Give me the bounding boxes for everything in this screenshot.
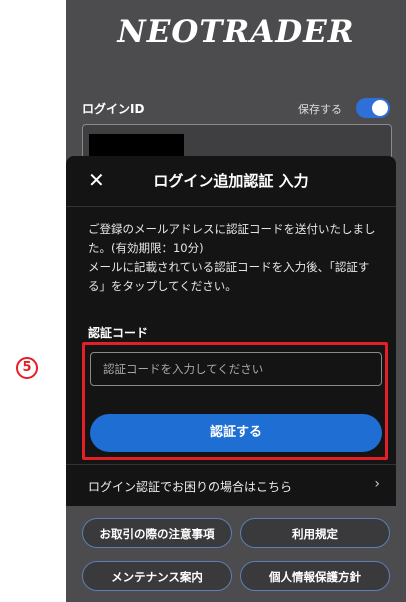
code-label: 認証コード bbox=[88, 326, 149, 340]
modal-header: ✕ ログイン追加認証 入力 bbox=[66, 156, 396, 207]
maintenance-button[interactable]: メンテナンス案内 bbox=[82, 561, 232, 591]
chevron-right-icon: › bbox=[374, 476, 380, 492]
modal-description: ご登録のメールアドレスに認証コードを送付いたしました。(有効期限：10分) メー… bbox=[88, 220, 384, 296]
description-line-2: メールに記載されている認証コードを入力後、「認証する」をタップしてください。 bbox=[88, 260, 370, 293]
verify-button[interactable]: 認証する bbox=[90, 414, 382, 452]
step-number-badge: 5 bbox=[16, 357, 38, 379]
code-input[interactable] bbox=[90, 352, 382, 386]
save-id-toggle[interactable] bbox=[356, 98, 390, 118]
terms-button[interactable]: 利用規定 bbox=[240, 518, 390, 548]
app-logo: NEOTRADER bbox=[117, 14, 355, 50]
description-line-1: ご登録のメールアドレスに認証コードを送付いたしました。(有効期限：10分) bbox=[88, 222, 376, 255]
help-link[interactable]: ログイン認証でお困りの場合はこちら › bbox=[66, 464, 396, 507]
help-link-label: ログイン認証でお困りの場合はこちら bbox=[88, 480, 293, 494]
trading-notes-button[interactable]: お取引の際の注意事項 bbox=[82, 518, 232, 548]
verification-modal: ✕ ログイン追加認証 入力 ご登録のメールアドレスに認証コードを送付いたしました… bbox=[66, 156, 396, 506]
modal-title: ログイン追加認証 入力 bbox=[153, 172, 309, 190]
privacy-policy-button[interactable]: 個人情報保護方針 bbox=[240, 561, 390, 591]
toggle-knob bbox=[372, 100, 388, 116]
save-id-label: 保存する bbox=[298, 103, 342, 116]
redacted-id-value bbox=[89, 134, 184, 158]
login-id-label: ログインID bbox=[82, 102, 145, 116]
